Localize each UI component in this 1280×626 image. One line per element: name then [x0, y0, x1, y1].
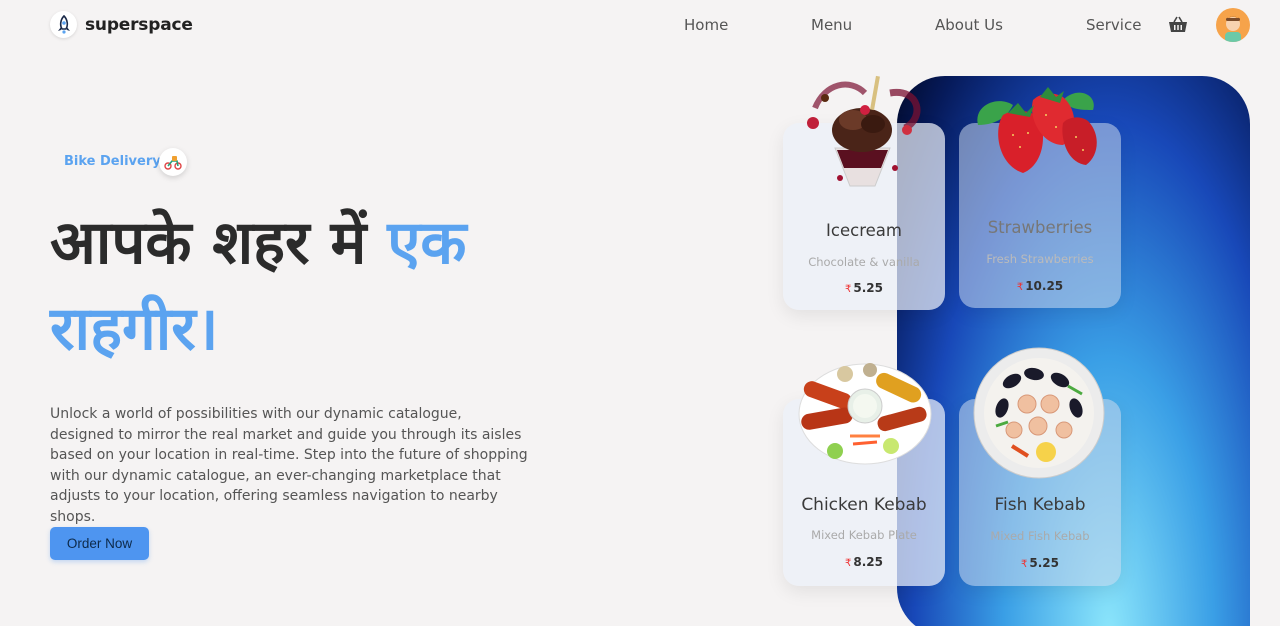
scooter-icon — [159, 148, 187, 176]
product-subtitle: Mixed Fish Kebab — [990, 529, 1090, 543]
product-name: Fish Kebab — [994, 495, 1086, 515]
fish-kebab-image — [973, 347, 1105, 479]
basket-icon[interactable] — [1168, 16, 1188, 34]
chicken-kebab-image — [798, 363, 932, 465]
nav-home[interactable]: Home — [684, 16, 728, 34]
product-price: ₹5.25 — [783, 281, 945, 295]
product-subtitle: Fresh Strawberries — [986, 252, 1094, 266]
icecream-image — [807, 75, 921, 187]
bike-delivery-label: Bike Delivery — [64, 154, 161, 169]
headline-dark: आपके शहर में — [50, 208, 388, 278]
currency-symbol: ₹ — [845, 284, 852, 295]
nav-menu[interactable]: Menu — [811, 16, 852, 34]
hero-description: Unlock a world of possibilities with our… — [50, 406, 528, 525]
product-price: ₹10.25 — [959, 279, 1121, 293]
price-value: 8.25 — [853, 555, 883, 569]
currency-symbol: ₹ — [1016, 282, 1024, 293]
price-value: 10.25 — [1025, 279, 1064, 293]
price-value: 5.25 — [853, 281, 883, 295]
currency-symbol: ₹ — [1021, 559, 1028, 570]
product-subtitle: Mixed Kebab Plate — [811, 528, 917, 542]
product-name: Strawberries — [987, 218, 1093, 237]
user-avatar-icon[interactable] — [1216, 8, 1250, 42]
currency-symbol: ₹ — [845, 558, 852, 569]
product-subtitle: Chocolate & vanilla — [808, 255, 920, 269]
product-price: ₹5.25 — [959, 556, 1121, 570]
rocket-logo-icon — [50, 11, 77, 38]
product-price: ₹8.25 — [783, 555, 945, 569]
hero-headline: आपके शहर में एक राहगीर। — [50, 200, 610, 372]
headline-accent-2: राहगीर। — [50, 294, 219, 364]
order-now-button[interactable]: Order Now — [50, 527, 149, 560]
brand-logo[interactable]: superspace — [50, 11, 193, 38]
product-name: Chicken Kebab — [801, 495, 927, 515]
headline-accent-1: एक — [387, 208, 467, 278]
nav-service[interactable]: Service — [1086, 16, 1141, 34]
product-name: Icecream — [826, 221, 902, 240]
strawberries-image — [977, 87, 1097, 173]
price-value: 5.25 — [1029, 556, 1059, 570]
nav-about-us[interactable]: About Us — [935, 16, 1003, 34]
brand-name: superspace — [85, 14, 193, 35]
